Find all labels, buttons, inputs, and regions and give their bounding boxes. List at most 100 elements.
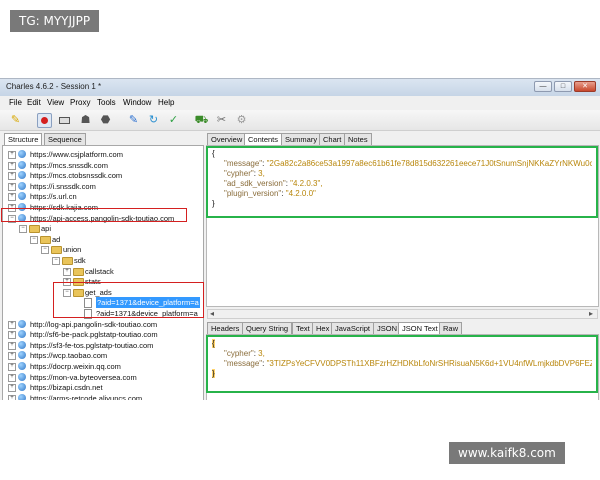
- tree-row-label: callstack: [85, 266, 114, 276]
- json-close-brace: }: [212, 369, 215, 378]
- tree-row-label: https://mcs.ctobsnssdk.com: [30, 171, 123, 181]
- throttle-icon[interactable]: [57, 113, 72, 128]
- tab-json[interactable]: JSON: [373, 322, 402, 334]
- breakpoint-icon[interactable]: ⬣: [98, 113, 113, 128]
- menu-edit[interactable]: Edit: [27, 98, 41, 107]
- expand-icon[interactable]: +: [8, 182, 16, 191]
- menu-window[interactable]: Window: [123, 98, 151, 107]
- record-button[interactable]: [37, 113, 52, 128]
- expand-icon[interactable]: +: [8, 151, 16, 159]
- tab-javascript[interactable]: JavaScript: [331, 322, 375, 334]
- request-scrollbar[interactable]: ◂ ▸: [207, 309, 598, 319]
- expand-icon[interactable]: +: [8, 352, 16, 361]
- tree-row[interactable]: − sdk: [3, 255, 202, 266]
- expand-icon[interactable]: +: [8, 363, 16, 371]
- tree-row[interactable]: − ad: [3, 234, 202, 245]
- globe-icon: [18, 351, 26, 360]
- tree-row[interactable]: − union: [3, 244, 202, 255]
- globe-icon: [18, 383, 26, 392]
- scroll-right-icon[interactable]: ▸: [589, 309, 593, 318]
- maximize-button[interactable]: □: [554, 81, 572, 92]
- globe-icon: [18, 330, 26, 339]
- highlight-get-ads: [53, 282, 204, 318]
- globe-icon: [18, 372, 26, 381]
- close-button[interactable]: ✕: [574, 81, 596, 92]
- tree-row[interactable]: + https://arms-retcode.aliyuncs.com: [3, 393, 202, 400]
- tree-row[interactable]: + http://sf6-be-pack.pglstatp-toutiao.com: [3, 329, 202, 340]
- watermark-bottom: www.kaifk8.com: [449, 442, 565, 464]
- tree-row[interactable]: + https://s.url.cn: [3, 191, 202, 202]
- expand-icon[interactable]: +: [8, 331, 16, 340]
- gear-icon[interactable]: ⚙: [234, 113, 249, 128]
- globe-icon: [18, 362, 26, 370]
- expand-icon[interactable]: +: [8, 341, 16, 350]
- menu-tools[interactable]: Tools: [97, 98, 116, 107]
- minimize-button[interactable]: —: [534, 81, 552, 92]
- pen-icon[interactable]: ✎: [126, 113, 141, 128]
- json-value: 3,: [258, 349, 265, 358]
- expand-icon[interactable]: +: [63, 267, 71, 276]
- menu-view[interactable]: View: [47, 98, 64, 107]
- tree-row[interactable]: + https://www.csjplatform.com: [3, 149, 202, 160]
- expand-icon[interactable]: +: [8, 172, 16, 181]
- tab-notes[interactable]: Notes: [344, 133, 372, 145]
- tree-row[interactable]: + callstack: [3, 266, 202, 277]
- broom-icon[interactable]: ✎: [8, 113, 23, 128]
- charles-window: Charles 4.6.2 - Session 1 * — □ ✕ File E…: [0, 78, 600, 400]
- tab-summary[interactable]: Summary: [281, 133, 322, 145]
- tree-row[interactable]: + https://wcp.taobao.com: [3, 350, 202, 361]
- tree-row[interactable]: + https://docrp.weixin.qq.com: [3, 361, 202, 372]
- turtle-icon[interactable]: ☗: [78, 113, 93, 128]
- tree-rows: + https://www.csjplatform.com + https://mcs…: [3, 149, 203, 400]
- toolbar: ✎ ☗ ⬣ ✎ ↻ ✓ ⛟ ✂ ⚙: [0, 110, 600, 131]
- tab-headers[interactable]: Headers: [207, 322, 244, 334]
- scroll-left-icon[interactable]: ◂: [210, 309, 214, 318]
- tree-row[interactable]: + http://log-api.pangolin-sdk-toutiao.com: [3, 319, 202, 330]
- collapse-icon[interactable]: −: [19, 225, 27, 234]
- expand-icon[interactable]: +: [8, 193, 16, 202]
- check-icon[interactable]: ✓: [166, 113, 181, 128]
- folder-icon: [29, 225, 40, 234]
- expand-icon[interactable]: +: [8, 384, 16, 393]
- tab-sequence[interactable]: Sequence: [44, 133, 86, 145]
- menu-file[interactable]: File: [9, 98, 22, 107]
- response-json: { "cypher": 3, "message": "3TIZPsYeCFVV0…: [212, 339, 592, 389]
- basket-icon[interactable]: ⛟: [194, 113, 209, 128]
- tree-row-label: https://mcs.snssdk.com: [30, 160, 108, 170]
- tree-row-label: https://wcp.taobao.com: [30, 351, 108, 361]
- folder-icon: [40, 235, 51, 244]
- json-close-brace: }: [212, 199, 215, 208]
- tools-icon[interactable]: ✂: [214, 113, 229, 128]
- tree-row[interactable]: + https://i.snssdk.com: [3, 181, 202, 192]
- tab-raw[interactable]: Raw: [439, 322, 463, 334]
- tree-row-label: sdk: [74, 256, 86, 265]
- tree-row[interactable]: + https://mon-va.byteoversea.com: [3, 372, 202, 383]
- collapse-icon[interactable]: −: [41, 246, 49, 255]
- expand-icon[interactable]: +: [8, 320, 16, 329]
- json-line: "plugin_version": "4.2.0.0": [224, 189, 316, 198]
- tab-text[interactable]: Text: [292, 322, 314, 334]
- menu-help[interactable]: Help: [158, 98, 174, 107]
- expand-icon[interactable]: +: [8, 161, 16, 170]
- window-title: Charles 4.6.2 - Session 1 *: [6, 82, 102, 91]
- tree-row[interactable]: − api: [3, 223, 202, 234]
- json-line: "ad_sdk_version": "4.2.0.3",: [224, 179, 323, 188]
- json-key: "message": [224, 359, 263, 368]
- structure-tree: + https://www.csjplatform.com + https://mcs…: [2, 145, 204, 400]
- tree-row[interactable]: + https://mcs.snssdk.com: [3, 160, 202, 171]
- tab-overview[interactable]: Overview: [207, 133, 247, 145]
- expand-icon[interactable]: +: [8, 373, 16, 382]
- tree-row[interactable]: + https://mcs.ctobsnssdk.com: [3, 170, 202, 181]
- refresh-icon[interactable]: ↻: [146, 113, 161, 128]
- json-key: "cypher": [224, 349, 254, 358]
- collapse-icon[interactable]: −: [52, 257, 60, 265]
- collapse-icon[interactable]: −: [30, 235, 38, 244]
- globe-icon: [18, 150, 26, 158]
- tree-row[interactable]: + https://bizapi.csdn.net: [3, 382, 202, 393]
- tree-row[interactable]: + https://sf3-fe-tos.pglstatp-toutiao.com: [3, 340, 202, 351]
- menu-proxy[interactable]: Proxy: [70, 98, 90, 107]
- tab-query-string[interactable]: Query String: [242, 322, 293, 334]
- tab-chart[interactable]: Chart: [319, 133, 346, 145]
- expand-icon[interactable]: +: [8, 394, 16, 400]
- json-value: "2Ga82c2a86ce53a1997a8ec61b61fe78d815d63…: [266, 159, 592, 168]
